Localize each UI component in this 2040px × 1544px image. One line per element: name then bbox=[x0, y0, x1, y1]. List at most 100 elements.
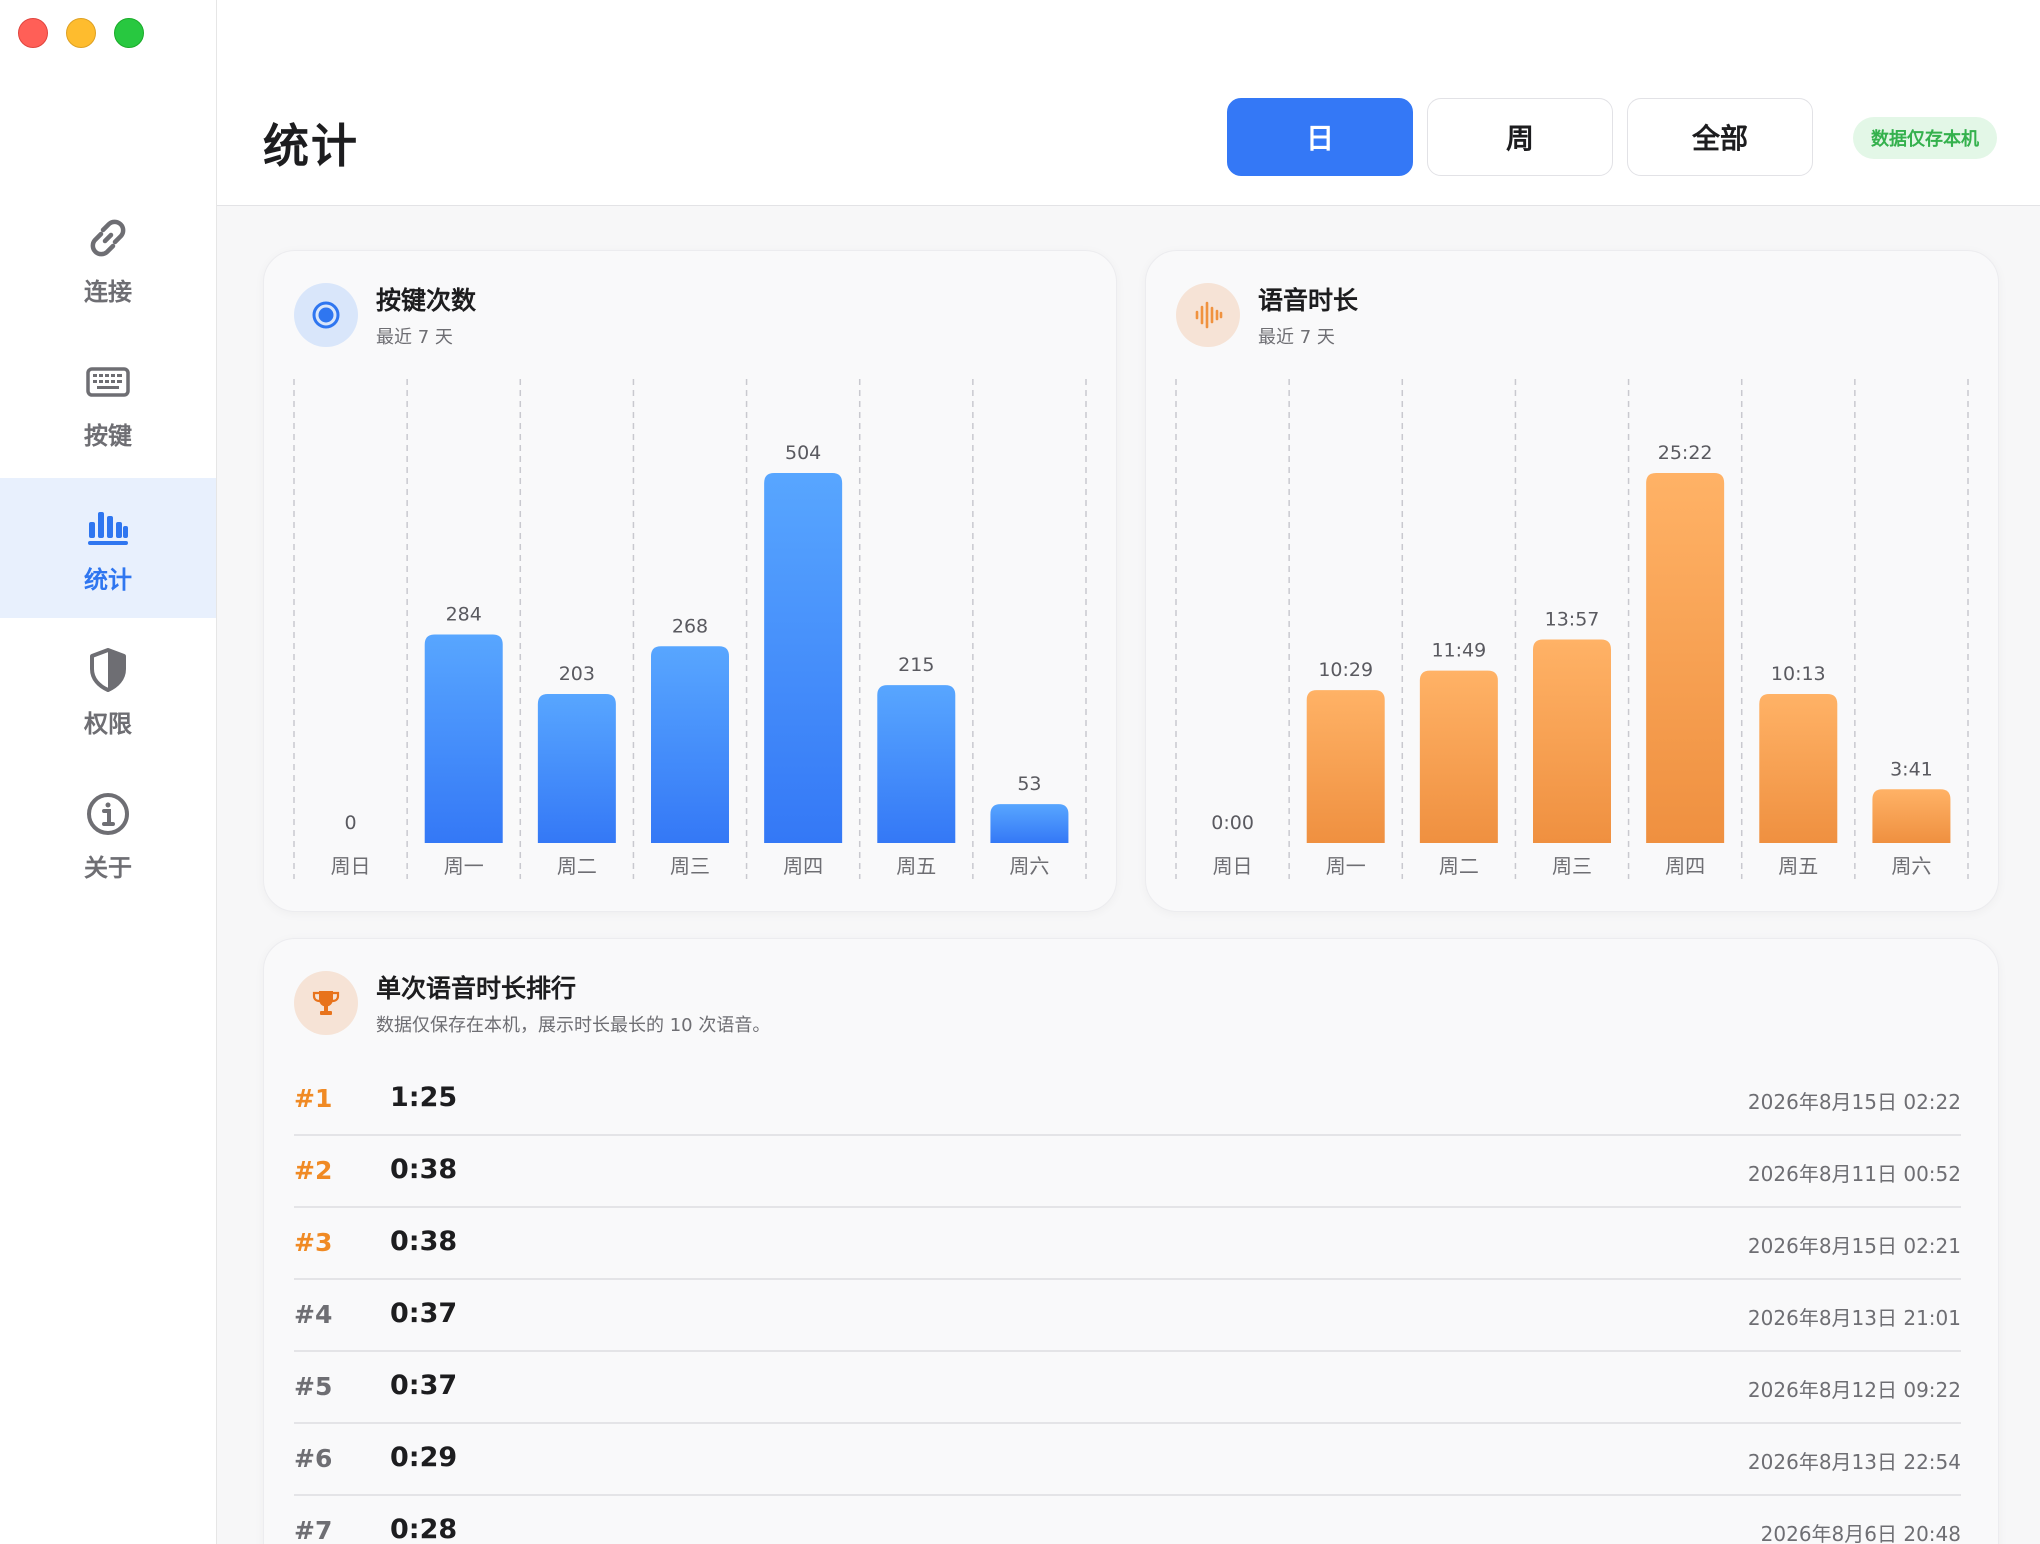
tab-day[interactable]: 日 bbox=[1227, 98, 1413, 176]
sidebar-item-keys[interactable]: 按键 bbox=[0, 334, 216, 474]
bar[interactable] bbox=[424, 634, 503, 843]
card-header: 按键次数 最近 7 天 bbox=[294, 281, 476, 349]
rank-duration: 0:29 bbox=[390, 1442, 458, 1473]
category-tick-label: 周二 bbox=[557, 854, 597, 878]
shield-icon bbox=[90, 647, 126, 692]
maximize-window-button[interactable] bbox=[114, 18, 144, 48]
voice-duration-chart: 0:00 周日 10:29 周一 11:49 周二 13:57 周三 25:22 周四 10:13 周… bbox=[1175, 379, 1969, 879]
ranking-row: #1 1:25 2026年8月15日 02:22 bbox=[294, 1064, 1961, 1136]
bar-value-label: 284 bbox=[446, 604, 482, 626]
category-tick-label: 周三 bbox=[670, 854, 710, 878]
rank-timestamp: 2026年8月13日 22:54 bbox=[1747, 1450, 1961, 1474]
category-tick-label: 周六 bbox=[1009, 854, 1049, 878]
sidebar-item-permissions[interactable]: 权限 bbox=[0, 622, 216, 762]
bar-value-label: 10:29 bbox=[1318, 659, 1373, 681]
category-tick-label: 周日 bbox=[331, 854, 371, 878]
waveform-icon bbox=[1176, 283, 1240, 347]
category-tick-label: 周四 bbox=[783, 854, 823, 878]
rank-duration: 0:38 bbox=[390, 1226, 458, 1257]
rank-timestamp: 2026年8月13日 21:01 bbox=[1747, 1306, 1961, 1330]
category-tick-label: 周二 bbox=[1439, 854, 1479, 878]
card-subtitle: 数据仅保存在本机，展示时长最长的 10 次语音。 bbox=[376, 1015, 771, 1036]
sidebar-item-label: 按键 bbox=[84, 421, 132, 450]
ranking-row: #5 0:37 2026年8月12日 09:22 bbox=[294, 1352, 1961, 1424]
page-title: 统计 bbox=[263, 119, 359, 173]
card-header: 单次语音时长排行 数据仅保存在本机，展示时长最长的 10 次语音。 bbox=[294, 969, 770, 1037]
keypress-chart: 0 周日 284 周一 203 周二 268 周三 504 周四 215 周五 53 周六 bbox=[293, 379, 1087, 879]
ranking-row: #4 0:37 2026年8月13日 21:01 bbox=[294, 1280, 1961, 1352]
bar-value-label: 3:41 bbox=[1890, 758, 1933, 780]
sidebar-item-label: 关于 bbox=[84, 853, 132, 882]
ranking-row: #2 0:38 2026年8月11日 00:52 bbox=[294, 1136, 1961, 1208]
bar-value-label: 10:13 bbox=[1771, 663, 1826, 685]
rank-number: #7 bbox=[294, 1516, 333, 1544]
bar-value-label: 504 bbox=[785, 442, 821, 464]
ranking-row: #7 0:28 2026年8月6日 20:48 bbox=[294, 1496, 1961, 1544]
bar[interactable] bbox=[877, 685, 956, 843]
voice-duration-card: 0:00 周日 10:29 周一 11:49 周二 13:57 周三 25:22 周四 10:13 周… bbox=[1145, 250, 1999, 912]
sidebar-item-stats[interactable]: 统计 bbox=[0, 478, 216, 618]
bar-value-label: 215 bbox=[898, 654, 934, 676]
sidebar-item-label: 权限 bbox=[84, 709, 132, 738]
tab-week[interactable]: 周 bbox=[1427, 98, 1613, 176]
bar[interactable] bbox=[1533, 639, 1611, 843]
sidebar-item-label: 连接 bbox=[84, 277, 132, 306]
ranking-row: #3 0:38 2026年8月15日 02:21 bbox=[294, 1208, 1961, 1280]
ranking-list: #1 1:25 2026年8月15日 02:22 #2 0:38 2026年8月11日 0… bbox=[294, 1064, 1961, 1544]
bar-value-label: 0 bbox=[345, 812, 357, 834]
bar[interactable] bbox=[537, 693, 616, 843]
bar[interactable] bbox=[1306, 690, 1385, 843]
category-tick-label: 周一 bbox=[444, 854, 484, 878]
category-tick-label: 周四 bbox=[1665, 854, 1705, 878]
bar-value-label: 25:22 bbox=[1658, 442, 1713, 464]
trophy-icon bbox=[294, 971, 358, 1035]
rank-timestamp: 2026年8月15日 02:22 bbox=[1747, 1090, 1961, 1114]
ranking-row: #6 0:29 2026年8月13日 22:54 bbox=[294, 1424, 1961, 1496]
page-header: 统计 日 周 全部 数据仅存本机 bbox=[217, 0, 2040, 206]
minimize-window-button[interactable] bbox=[66, 18, 96, 48]
card-header: 语音时长 最近 7 天 bbox=[1176, 281, 1358, 349]
bar-chart-icon bbox=[88, 511, 128, 545]
bar-value-label: 11:49 bbox=[1431, 640, 1486, 662]
rank-duration: 0:37 bbox=[390, 1370, 458, 1401]
sidebar-item-connect[interactable]: 连接 bbox=[0, 190, 216, 330]
bar[interactable] bbox=[764, 473, 843, 843]
category-tick-label: 周日 bbox=[1213, 854, 1253, 878]
category-tick-label: 周五 bbox=[1778, 854, 1818, 878]
bar-value-label: 203 bbox=[559, 663, 595, 685]
keyboard-icon bbox=[86, 366, 130, 397]
bar[interactable] bbox=[1646, 473, 1725, 843]
rank-timestamp: 2026年8月11日 00:52 bbox=[1747, 1162, 1961, 1186]
bar[interactable] bbox=[651, 646, 729, 843]
sidebar-item-label: 统计 bbox=[84, 565, 132, 594]
card-title: 按键次数 bbox=[376, 286, 477, 315]
card-subtitle: 最近 7 天 bbox=[376, 327, 453, 348]
category-tick-label: 周一 bbox=[1326, 854, 1366, 878]
record-icon bbox=[294, 283, 358, 347]
rank-duration: 1:25 bbox=[390, 1082, 458, 1113]
rank-number: #3 bbox=[294, 1228, 333, 1257]
rank-timestamp: 2026年8月6日 20:48 bbox=[1760, 1522, 1961, 1544]
tab-all[interactable]: 全部 bbox=[1627, 98, 1813, 176]
category-tick-label: 周三 bbox=[1552, 854, 1592, 878]
sidebar-nav: 连接 按键 统计 权限 关于 bbox=[0, 190, 216, 910]
bar[interactable] bbox=[990, 804, 1069, 843]
bar-value-label: 53 bbox=[1017, 773, 1041, 795]
rank-timestamp: 2026年8月15日 02:21 bbox=[1747, 1234, 1961, 1258]
category-tick-label: 周五 bbox=[896, 854, 936, 878]
sidebar: 连接 按键 统计 权限 关于 bbox=[0, 0, 217, 1544]
rank-number: #2 bbox=[294, 1156, 333, 1185]
category-tick-label: 周六 bbox=[1891, 854, 1931, 878]
bar[interactable] bbox=[1872, 789, 1951, 843]
sidebar-item-about[interactable]: 关于 bbox=[0, 766, 216, 906]
bar[interactable] bbox=[1759, 693, 1838, 843]
link-icon bbox=[90, 219, 126, 256]
info-icon bbox=[87, 792, 129, 835]
bar[interactable] bbox=[1419, 670, 1498, 843]
card-title: 语音时长 bbox=[1258, 286, 1359, 315]
close-window-button[interactable] bbox=[18, 18, 48, 48]
ranking-card: 单次语音时长排行 数据仅保存在本机，展示时长最长的 10 次语音。 #1 1:25… bbox=[263, 938, 1999, 1544]
main-content: 统计 日 周 全部 数据仅存本机 0 周日 284 周一 203 周二 268 周三 504 周四… bbox=[217, 0, 2040, 1544]
rank-duration: 0:38 bbox=[390, 1154, 458, 1185]
bar-value-label: 0:00 bbox=[1211, 812, 1254, 834]
